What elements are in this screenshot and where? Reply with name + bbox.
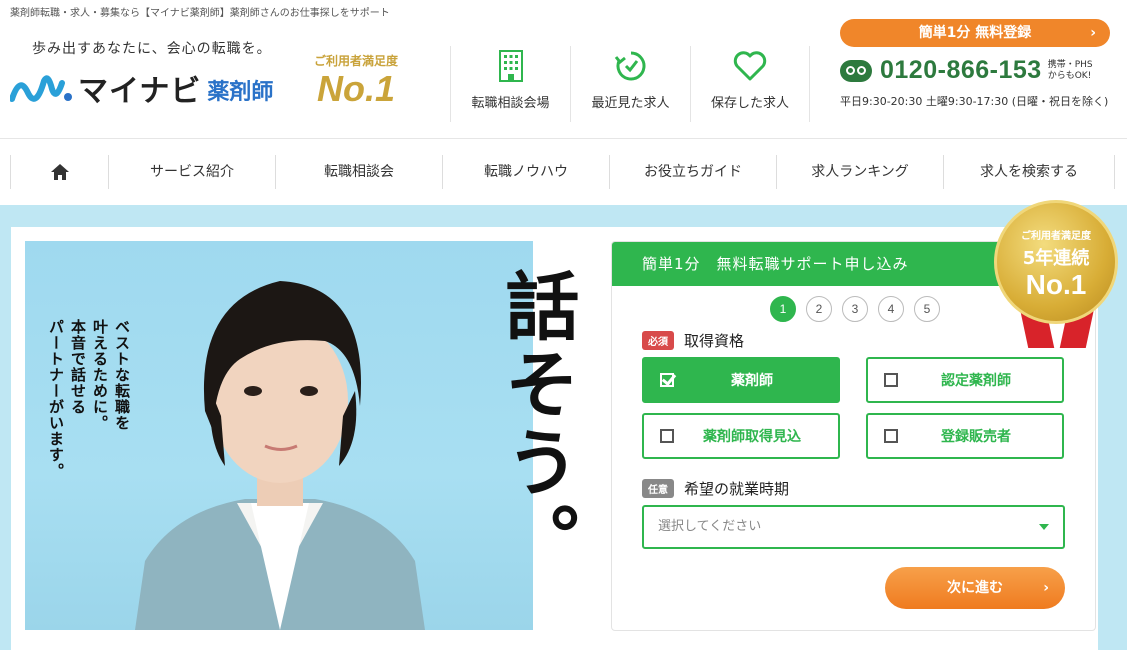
chevron-right-icon: › xyxy=(1090,25,1096,41)
caret-down-icon xyxy=(1039,524,1049,530)
quick-register-label: 簡単1分 無料登録 xyxy=(918,25,1032,41)
hero-copy-line: パートナーがいます。 xyxy=(47,319,65,479)
next-button[interactable]: 次に進む › xyxy=(885,567,1065,609)
nav-knowhow[interactable]: 転職ノウハウ xyxy=(442,155,609,189)
checkbox-icon xyxy=(884,429,898,443)
heart-icon xyxy=(733,51,767,81)
medal-disc: ご利用者満足度 5年連続 No.1 xyxy=(994,200,1118,324)
site-description: 薬剤師転職・求人・募集なら【マイナビ薬剤師】薬剤師さんのお仕事探しをサポート xyxy=(10,8,390,19)
step-indicator: 4 xyxy=(878,296,904,322)
step-indicator: 2 xyxy=(806,296,832,322)
question-label: 希望の就業時期 xyxy=(684,480,790,498)
optional-badge: 任意 xyxy=(642,479,674,498)
header-link-recently-viewed[interactable]: 最近見た求人 xyxy=(570,46,690,122)
satisfaction-label: ご利用者満足度 xyxy=(313,54,398,68)
logo-subtext: 薬剤師 xyxy=(207,80,274,105)
nav-consultation[interactable]: 転職相談会 xyxy=(275,155,442,189)
hero-headline: 話そう。 xyxy=(493,268,579,580)
freedial-icon xyxy=(840,59,872,82)
nav-guide[interactable]: お役立ちガイド xyxy=(609,155,776,189)
option-registered-seller[interactable]: 登録販売者 xyxy=(866,413,1064,459)
header-divider xyxy=(0,138,1127,139)
logo-text: マイナビ xyxy=(78,74,202,109)
header-link-label: 最近見た求人 xyxy=(591,96,670,111)
header-link-label: 転職相談会場 xyxy=(471,96,550,111)
nav-service-intro[interactable]: サービス紹介 xyxy=(108,155,275,189)
question-qualification: 必須 取得資格 xyxy=(642,330,744,351)
logo-mark-icon xyxy=(10,75,72,102)
satisfaction-rank: No.1 xyxy=(316,68,395,109)
award-medal: ご利用者満足度 5年連続 No.1 xyxy=(994,200,1120,348)
hero-photo: ベストな転職を 叶えるために。 本音で話せる パートナーがいます。 xyxy=(25,241,533,630)
hero-copy-line: 叶えるために。 xyxy=(91,319,109,431)
question-start-time: 任意 希望の就業時期 xyxy=(642,478,789,499)
nav-job-search[interactable]: 求人を検索する xyxy=(943,155,1115,189)
medal-line-3: No.1 xyxy=(1025,269,1087,300)
satisfaction-badge: ご利用者満足度 No.1 xyxy=(306,52,406,109)
option-label: 登録販売者 xyxy=(941,429,1011,445)
required-badge: 必須 xyxy=(642,331,674,350)
option-label: 薬剤師取得見込 xyxy=(703,429,801,445)
form-steps: 1 2 3 4 5 xyxy=(770,296,940,322)
nav-ranking[interactable]: 求人ランキング xyxy=(776,155,943,189)
option-label: 薬剤師 xyxy=(731,373,773,389)
medal-line-1: ご利用者満足度 xyxy=(1021,231,1091,242)
chevron-right-icon: › xyxy=(1043,580,1049,596)
next-button-label: 次に進む xyxy=(947,580,1003,596)
tagline: 歩み出すあなたに、会心の転職を。 xyxy=(32,41,272,57)
option-label: 認定薬剤師 xyxy=(941,373,1011,389)
question-label: 取得資格 xyxy=(684,332,745,350)
building-icon xyxy=(498,50,523,82)
nav-home[interactable] xyxy=(10,155,108,189)
business-hours: 平日9:30-20:30 土曜9:30-17:30 (日曜・祝日を除く) xyxy=(840,95,1109,108)
step-indicator: 1 xyxy=(770,296,796,322)
quick-register-button[interactable]: 簡単1分 無料登録 › xyxy=(840,19,1110,47)
hero-copy-line: 本音で話せる xyxy=(69,319,87,415)
header-link-consultation-venue[interactable]: 転職相談会場 xyxy=(450,46,570,122)
checkbox-checked-icon xyxy=(660,373,674,387)
home-icon xyxy=(50,164,69,180)
phone-note-line-1: 携帯・PHS xyxy=(1047,59,1093,70)
checkbox-icon xyxy=(660,429,674,443)
header-link-saved-jobs[interactable]: 保存した求人 xyxy=(690,46,810,122)
phone-number: 0120-866-153 xyxy=(880,56,1042,84)
checkbox-icon xyxy=(884,373,898,387)
site-logo[interactable]: マイナビ 薬剤師 xyxy=(10,66,273,110)
step-indicator: 3 xyxy=(842,296,868,322)
header-link-label: 保存した求人 xyxy=(710,96,789,111)
option-certified-pharmacist[interactable]: 認定薬剤師 xyxy=(866,357,1064,403)
step-indicator: 5 xyxy=(914,296,940,322)
phone-note-line-2: からもOK! xyxy=(1047,70,1092,81)
hero-copy-line: ベストな転職を xyxy=(113,319,131,431)
option-pharmacist[interactable]: 薬剤師 xyxy=(642,357,840,403)
option-pharmacist-expected[interactable]: 薬剤師取得見込 xyxy=(642,413,840,459)
medal-line-2: 5年連続 xyxy=(1022,248,1090,269)
history-icon xyxy=(614,51,645,81)
select-placeholder: 選択してください xyxy=(658,519,762,534)
start-time-select[interactable]: 選択してください xyxy=(642,505,1065,549)
hero-copy: ベストな転職を 叶えるために。 本音で話せる パートナーがいます。 xyxy=(45,319,133,479)
phone-contact[interactable]: 0120-866-153 携帯・PHS からもOK! xyxy=(840,56,1093,85)
global-nav: サービス紹介 転職相談会 転職ノウハウ お役立ちガイド 求人ランキング 求人を検… xyxy=(10,155,1117,189)
phone-note: 携帯・PHS からもOK! xyxy=(1048,60,1093,82)
